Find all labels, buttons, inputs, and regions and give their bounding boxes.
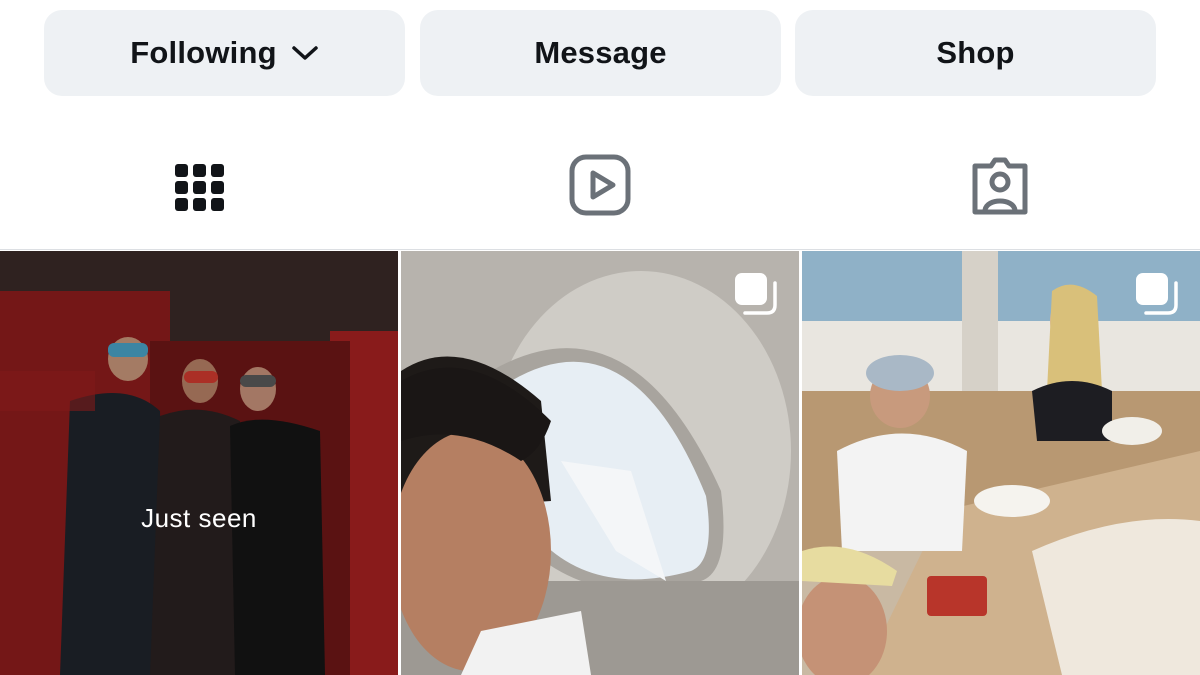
tab-tagged[interactable]	[800, 125, 1200, 250]
tab-grid[interactable]	[0, 125, 400, 250]
shop-button[interactable]: Shop	[795, 10, 1156, 96]
post-tile-3[interactable]	[802, 251, 1200, 675]
reels-icon	[569, 154, 631, 221]
following-button[interactable]: Following	[44, 10, 405, 96]
message-label: Message	[534, 35, 667, 70]
tab-reels[interactable]	[400, 125, 800, 250]
message-button[interactable]: Message	[420, 10, 781, 96]
tagged-icon	[969, 154, 1031, 221]
post-tile-1[interactable]: Just seen	[0, 251, 398, 675]
shop-label: Shop	[936, 35, 1015, 70]
profile-tabs	[0, 125, 1200, 373]
profile-action-row: Following Message Shop	[0, 0, 1200, 110]
multiple-photos-icon	[1134, 271, 1180, 322]
chevron-down-icon	[291, 44, 319, 62]
posts-grid: Just seen	[0, 251, 1200, 675]
multiple-photos-icon	[733, 271, 779, 322]
following-label: Following	[130, 35, 277, 70]
post-tile-2[interactable]	[401, 251, 799, 675]
grid-icon	[174, 154, 226, 221]
just-seen-label: Just seen	[141, 503, 257, 533]
post-photo-drivers	[0, 251, 398, 675]
